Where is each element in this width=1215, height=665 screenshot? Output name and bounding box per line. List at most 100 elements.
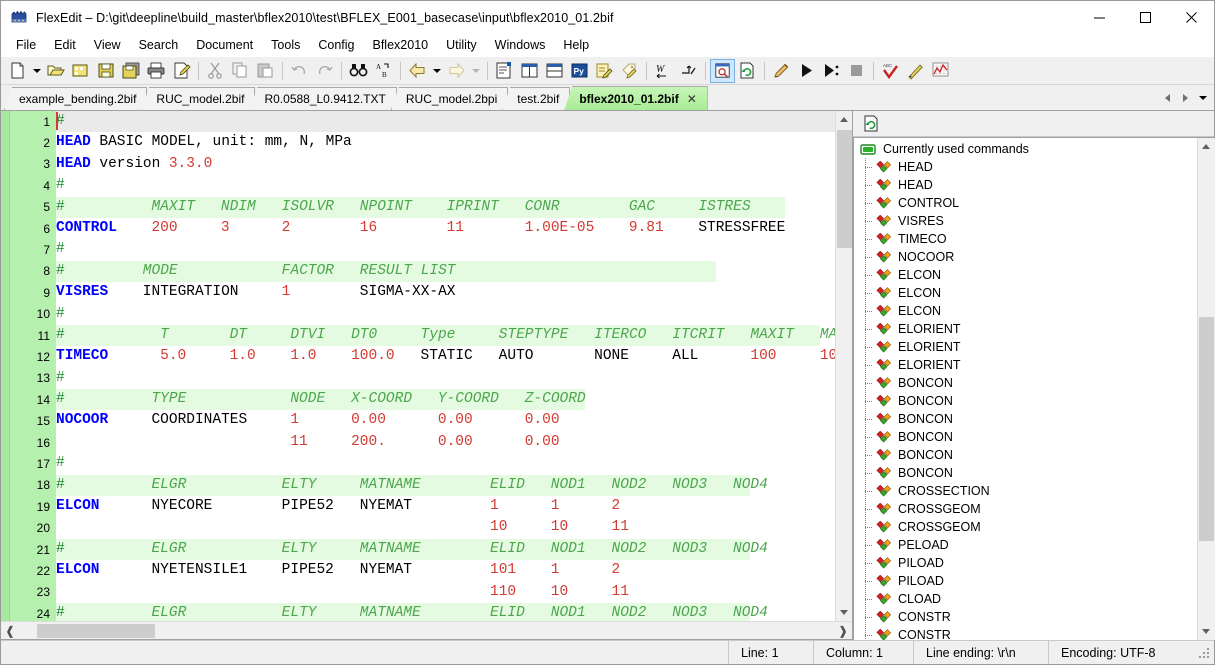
go-forward-dropdown-arrow[interactable] bbox=[469, 59, 483, 83]
editor-horizontal-scrollbar[interactable]: ❰ ❱ bbox=[1, 621, 852, 639]
line-content[interactable]: 110 10 11 bbox=[56, 582, 835, 603]
resize-grip[interactable] bbox=[1197, 646, 1211, 660]
bookmark-gutter[interactable] bbox=[1, 111, 10, 621]
tree-item-boncon[interactable]: BONCON bbox=[854, 428, 1197, 446]
tree-item-cload[interactable]: CLOAD bbox=[854, 590, 1197, 608]
panel-scroll-up-button[interactable] bbox=[1197, 138, 1215, 155]
line-content[interactable]: HEAD version 3.3.0 bbox=[56, 154, 835, 175]
print-preview-icon[interactable] bbox=[169, 59, 194, 83]
line-content[interactable]: # MAXIT NDIM ISOLVR NPOINT IPRINT CONR GAC ISTRE… bbox=[56, 196, 835, 218]
tab-list-dropdown-button[interactable] bbox=[1194, 88, 1212, 108]
code-scroll-area[interactable]: 1 #2 HEAD BASIC MODEL, unit: mm, N, MPa 3 HEA… bbox=[10, 111, 835, 621]
tree-item-crossgeom[interactable]: CROSSGEOM bbox=[854, 500, 1197, 518]
code-line[interactable]: 17 # bbox=[10, 453, 835, 475]
editor-vertical-scrollbar[interactable] bbox=[835, 111, 852, 621]
print-icon[interactable] bbox=[144, 59, 169, 83]
go-forward-icon[interactable] bbox=[444, 59, 469, 83]
code-line[interactable]: 4 # bbox=[10, 175, 835, 197]
split-horizontal-icon[interactable] bbox=[542, 59, 567, 83]
line-content[interactable]: # TYPE NODE X-COORD Y-COORD Z-COORD bbox=[56, 389, 835, 411]
redo-icon[interactable] bbox=[312, 59, 337, 83]
menu-item-edit[interactable]: Edit bbox=[45, 35, 85, 56]
line-content[interactable]: # bbox=[56, 239, 835, 260]
paste-icon[interactable] bbox=[253, 59, 278, 83]
code-line[interactable]: 5 # MAXIT NDIM ISOLVR NPOINT IPRINT CONR GAC ISTR… bbox=[10, 196, 835, 218]
line-content[interactable]: # bbox=[56, 453, 835, 474]
panel-vscroll-track[interactable] bbox=[1197, 155, 1215, 623]
line-content[interactable]: ELCON NYECORE PIPE52 NYEMAT 1 1 2 bbox=[56, 496, 835, 517]
line-content[interactable]: # bbox=[56, 368, 835, 389]
refresh-commands-icon[interactable] bbox=[859, 112, 884, 136]
code-line[interactable]: 11 # T DT DTVI DT0 Type STEPTYPE ITERCO ITCRIT MAX… bbox=[10, 324, 835, 347]
line-content[interactable]: 11 200. 0.00 0.00 bbox=[56, 432, 835, 453]
code-line[interactable]: 12 TIMECO 5.0 1.0 1.0 100.0 STATIC AUTO NONE ALL 1… bbox=[10, 346, 835, 368]
tree-item-crossgeom[interactable]: CROSSGEOM bbox=[854, 518, 1197, 536]
hscroll-thumb[interactable] bbox=[37, 623, 155, 638]
preview-model-icon[interactable] bbox=[710, 58, 735, 83]
tree-item-boncon[interactable]: BONCON bbox=[854, 374, 1197, 392]
line-content[interactable]: # bbox=[56, 175, 835, 196]
tab-r0-0588-l0-9412[interactable]: R0.0588_L0.9412.TXT bbox=[249, 87, 397, 110]
scroll-up-button[interactable] bbox=[835, 111, 852, 128]
tree-item-elorient[interactable]: ELORIENT bbox=[854, 338, 1197, 356]
run-step-icon[interactable] bbox=[819, 59, 844, 83]
tree-item-timeco[interactable]: TIMECO bbox=[854, 230, 1197, 248]
code-line[interactable]: 19 ELCON NYECORE PIPE52 NYEMAT 1 1 2 bbox=[10, 496, 835, 518]
tab-ruc-model-2bif[interactable]: RUC_model.2bif bbox=[141, 87, 256, 110]
line-content[interactable]: NOCOOR COORDINATES 1 0.00 0.00 0.00 bbox=[56, 410, 835, 431]
tab-close-icon[interactable]: ✕ bbox=[687, 92, 697, 106]
find-icon[interactable] bbox=[346, 59, 371, 83]
stop-icon[interactable] bbox=[844, 59, 869, 83]
menu-item-view[interactable]: View bbox=[85, 35, 130, 56]
menu-item-windows[interactable]: Windows bbox=[486, 35, 555, 56]
code-line[interactable]: 7 # bbox=[10, 239, 835, 261]
menu-item-tools[interactable]: Tools bbox=[262, 35, 309, 56]
code-line[interactable]: 24 # ELGR ELTY MATNAME ELID NOD1 NOD2 NOD3 NOD4 bbox=[10, 602, 835, 621]
save-all-icon[interactable] bbox=[119, 59, 144, 83]
code-editor[interactable]: 1 #2 HEAD BASIC MODEL, unit: mm, N, MPa 3 HEA… bbox=[1, 111, 852, 621]
line-content[interactable]: TIMECO 5.0 1.0 1.0 100.0 STATIC AUTO NONE ALL 100… bbox=[56, 346, 835, 367]
line-content[interactable]: ELCON NYETENSILE1 PIPE52 NYEMAT 101 1 2 bbox=[56, 560, 835, 581]
new-file-icon[interactable] bbox=[5, 59, 30, 83]
new-file-dropdown-arrow[interactable] bbox=[30, 59, 44, 83]
tree-item-elorient[interactable]: ELORIENT bbox=[854, 356, 1197, 374]
line-content[interactable]: CONTROL 200 3 2 16 11 1.00E-05 9.81 STRESSFREE bbox=[56, 218, 835, 239]
code-line[interactable]: 14 # TYPE NODE X-COORD Y-COORD Z-COORD bbox=[10, 389, 835, 411]
undo-icon[interactable] bbox=[287, 59, 312, 83]
code-line[interactable]: 20 10 10 11 bbox=[10, 517, 835, 539]
tab-scroll-right-button[interactable] bbox=[1176, 88, 1194, 108]
line-content[interactable]: VISRES INTEGRATION 1 SIGMA-XX-AX bbox=[56, 282, 835, 303]
commands-tree[interactable]: Currently used commands HEAD HEAD CONTROL V… bbox=[854, 138, 1197, 640]
run-icon[interactable] bbox=[794, 59, 819, 83]
code-line[interactable]: 22 ELCON NYETENSILE1 PIPE52 NYEMAT 101 1 2 bbox=[10, 560, 835, 582]
line-content[interactable]: # MODE FACTOR RESULT LIST bbox=[56, 260, 835, 283]
menu-item-utility[interactable]: Utility bbox=[437, 35, 486, 56]
line-content[interactable]: # ELGR ELTY MATNAME ELID NOD1 NOD2 NOD3 NOD4 bbox=[56, 474, 835, 497]
measure-icon[interactable] bbox=[903, 59, 928, 83]
tag-icon[interactable] bbox=[617, 59, 642, 83]
line-content[interactable]: # ELGR ELTY MATNAME ELID NOD1 NOD2 NOD3 NOD4 bbox=[56, 602, 835, 621]
open-file-icon[interactable] bbox=[44, 59, 69, 83]
panel-vertical-scrollbar[interactable] bbox=[1197, 138, 1215, 640]
split-vertical-icon[interactable] bbox=[517, 59, 542, 83]
line-content[interactable]: 10 10 11 bbox=[56, 517, 835, 538]
line-content[interactable]: # bbox=[56, 111, 835, 133]
code-line[interactable]: 21 # ELGR ELTY MATNAME ELID NOD1 NOD2 NOD3 NOD4 bbox=[10, 538, 835, 561]
code-line[interactable]: 15 NOCOOR COORDINATES 1 0.00 0.00 0.00 bbox=[10, 410, 835, 432]
tree-item-elcon[interactable]: ELCON bbox=[854, 284, 1197, 302]
tree-item-piload[interactable]: PILOAD bbox=[854, 554, 1197, 572]
replace-icon[interactable]: A B bbox=[371, 59, 396, 83]
code-line[interactable]: 8 # MODE FACTOR RESULT LIST bbox=[10, 260, 835, 283]
maximize-button[interactable] bbox=[1122, 1, 1168, 34]
tree-item-elcon[interactable]: ELCON bbox=[854, 302, 1197, 320]
tree-item-visres[interactable]: VISRES bbox=[854, 212, 1197, 230]
minimize-button[interactable] bbox=[1076, 1, 1122, 34]
code-line[interactable]: 13 # bbox=[10, 367, 835, 390]
menu-item-document[interactable]: Document bbox=[187, 35, 262, 56]
menu-item-search[interactable]: Search bbox=[130, 35, 188, 56]
menu-item-config[interactable]: Config bbox=[309, 35, 363, 56]
go-back-dropdown-arrow[interactable] bbox=[430, 59, 444, 83]
tree-item-head[interactable]: HEAD bbox=[854, 176, 1197, 194]
open-recent-icon[interactable] bbox=[69, 59, 94, 83]
tree-item-boncon[interactable]: BONCON bbox=[854, 392, 1197, 410]
